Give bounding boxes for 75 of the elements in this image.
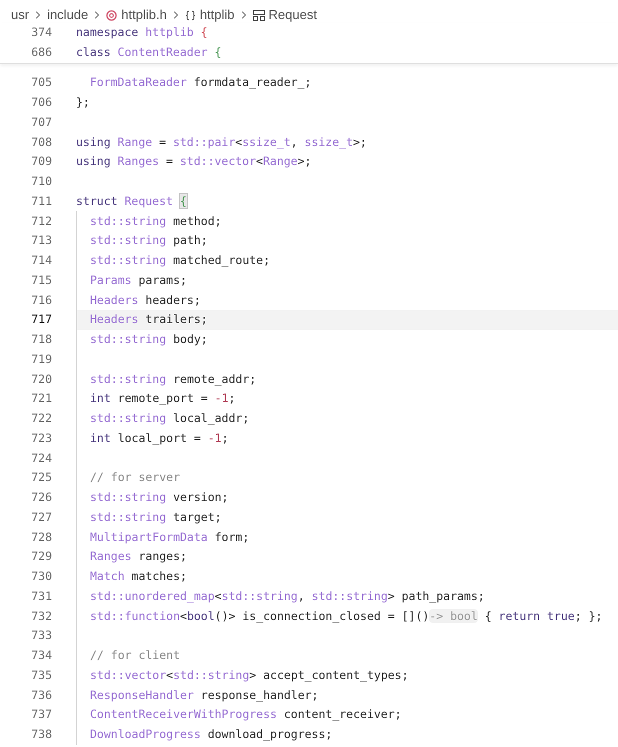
line-number: 722: [30, 410, 52, 427]
code-text: FormDataReader formdata_reader_;: [88, 74, 312, 92]
code-text: std::vector<std::string> accept_content_types;: [90, 666, 409, 684]
breadcrumb-item[interactable]: usr: [11, 5, 30, 25]
line-number: 730: [30, 568, 52, 585]
code-text: ResponseHandler response_handler;: [90, 686, 318, 704]
line-number: 717: [30, 311, 52, 328]
code-text: int local_port = -1;: [90, 430, 229, 447]
struct-icon: [252, 10, 265, 20]
breadcrumb-item[interactable]: include: [47, 5, 88, 25]
line-number: 374: [30, 24, 52, 42]
line-number: 728: [30, 528, 52, 546]
code-text: std::string matched_route;: [90, 252, 270, 269]
line-number: 725: [30, 469, 52, 486]
line-number: 706: [30, 94, 52, 111]
breadcrumb-item[interactable]: httplib.h: [121, 5, 167, 25]
line-number: 727: [30, 508, 52, 526]
code-text: int remote_port = -1;: [90, 390, 236, 408]
line-number: 709: [30, 153, 52, 170]
line-number: 716: [30, 292, 52, 308]
line-number: 731: [30, 588, 52, 605]
line-number: 708: [30, 134, 52, 150]
line-number: 720: [30, 370, 52, 388]
line-number: 710: [30, 173, 52, 190]
code-text: struct Request {: [76, 192, 187, 210]
line-number: 686: [30, 44, 52, 62]
code-text: std::string body;: [90, 331, 208, 348]
code-text: using Range = std::pair<ssize_t, ssize_t>;: [76, 134, 367, 151]
line-number: 715: [30, 272, 52, 289]
code-text: MultipartFormData form;: [90, 528, 250, 546]
line-number: 721: [30, 390, 52, 408]
code-text: std::function<bool()> is_connection_closed = []()-> bool { return true; };: [90, 608, 602, 625]
code-text: Headers trailers;: [90, 311, 208, 328]
code-text: Headers headers;: [90, 292, 201, 308]
code-text: };: [76, 94, 90, 111]
code-text: DownloadProgress download_progress;: [90, 726, 332, 743]
braces-icon: [184, 10, 196, 20]
line-number: 733: [30, 627, 52, 644]
code-text: ContentReceiverWithProgress content_receiver;: [90, 706, 402, 724]
line-number: 719: [30, 350, 52, 368]
line-number: 705: [30, 74, 52, 92]
line-number: 712: [30, 212, 52, 230]
line-number: 735: [30, 666, 52, 684]
code-text: Ranges ranges;: [90, 548, 187, 566]
code-text: std::string remote_addr;: [90, 370, 256, 388]
line-number: 732: [30, 608, 52, 624]
code-text: std::string path;: [90, 232, 208, 250]
code-text: Params params;: [90, 272, 187, 289]
code-text: std::string target;: [90, 508, 222, 526]
code-text: class ContentReader {: [76, 44, 222, 62]
line-number: 734: [30, 647, 52, 664]
line-number: 736: [30, 686, 52, 704]
breadcrumb-item[interactable]: httplib: [200, 5, 235, 25]
line-number: 737: [30, 706, 52, 724]
line-number: 713: [30, 232, 52, 250]
code-text: std::string local_addr;: [90, 410, 250, 427]
cpp-file-icon: [106, 10, 118, 20]
code-text: // for client: [90, 647, 180, 664]
code-text: std::unordered_map<std::string, std::string> path_params;: [90, 588, 485, 605]
code-text: namespace httplib {: [76, 24, 208, 42]
breadcrumb-item[interactable]: Request: [268, 5, 317, 25]
line-number: 711: [30, 192, 52, 210]
line-number: 723: [30, 430, 52, 447]
code-text: // for server: [90, 469, 180, 486]
line-number: 738: [30, 726, 52, 743]
line-number: 714: [30, 252, 52, 269]
code-text: std::string method;: [90, 212, 222, 230]
line-number: 707: [30, 114, 52, 131]
line-number: 724: [30, 450, 52, 466]
code-text: std::string version;: [90, 489, 228, 506]
line-number: 729: [30, 548, 52, 566]
line-number: 726: [30, 489, 52, 506]
code-text: Match matches;: [90, 568, 187, 585]
line-number: 718: [30, 331, 52, 348]
code-text: using Ranges = std::vector<Range>;: [76, 153, 312, 170]
